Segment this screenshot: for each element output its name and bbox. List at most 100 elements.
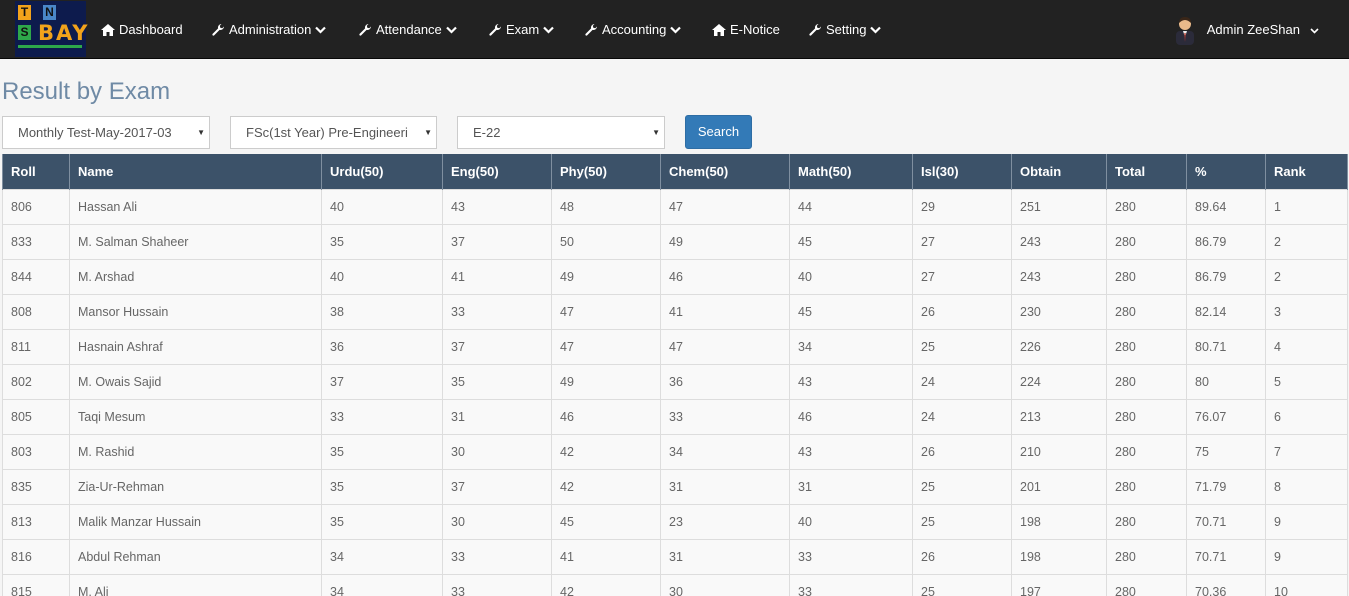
logo-letter-t: T	[18, 5, 31, 20]
cell-isl: 24	[912, 398, 1012, 435]
chevron-down-icon	[315, 26, 327, 34]
column-header-rank[interactable]: Rank	[1265, 154, 1348, 189]
logo-letter-n: N	[43, 5, 56, 20]
cell-percent: 80.71	[1186, 328, 1266, 365]
cell-total: 280	[1106, 188, 1187, 225]
cell-urdu: 35	[321, 503, 443, 540]
cell-math: 43	[789, 363, 913, 400]
cell-obtain: 201	[1011, 468, 1107, 505]
table-row: 808 Mansor Hussain 38 33 47 41 45 26 230 280 82.14…	[2, 293, 1348, 330]
cell-math: 43	[789, 433, 913, 470]
cell-obtain: 210	[1011, 433, 1107, 470]
cell-total: 280	[1106, 503, 1187, 540]
cell-chem: 49	[660, 223, 790, 260]
nav-accounting[interactable]: Accounting	[584, 0, 682, 59]
cell-rank: 5	[1265, 363, 1348, 400]
search-button[interactable]: Search	[685, 115, 752, 149]
cell-phy: 49	[551, 258, 661, 295]
column-header-phy[interactable]: Phy(50)	[551, 154, 661, 189]
cell-percent: 86.79	[1186, 223, 1266, 260]
column-header-total[interactable]: Total	[1106, 154, 1187, 189]
chevron-down-icon	[870, 26, 882, 34]
home-icon	[101, 23, 115, 36]
cell-math: 40	[789, 503, 913, 540]
user-menu[interactable]: Admin ZeeShan	[1173, 0, 1319, 59]
column-header-name[interactable]: Name	[69, 154, 322, 189]
column-header-eng[interactable]: Eng(50)	[442, 154, 552, 189]
cell-obtain: 226	[1011, 328, 1107, 365]
cell-isl: 24	[912, 363, 1012, 400]
cell-urdu: 34	[321, 573, 443, 596]
cell-urdu: 36	[321, 328, 443, 365]
nav-administration-label: Administration	[229, 22, 312, 37]
column-header-urdu[interactable]: Urdu(50)	[321, 154, 443, 189]
cell-percent: 80	[1186, 363, 1266, 400]
cell-roll: 815	[2, 573, 70, 596]
wrench-icon	[488, 23, 502, 37]
cell-phy: 48	[551, 188, 661, 225]
exam-select[interactable]: Monthly Test-May-2017-03 ▼	[2, 116, 210, 149]
table-row: 805 Taqi Mesum 33 31 46 33 46 24 213 280 76.07 6	[2, 398, 1348, 435]
cell-isl: 29	[912, 188, 1012, 225]
nav-administration[interactable]: Administration	[211, 0, 327, 59]
cell-urdu: 35	[321, 433, 443, 470]
cell-roll: 808	[2, 293, 70, 330]
cell-obtain: 198	[1011, 538, 1107, 575]
cell-isl: 25	[912, 573, 1012, 596]
page-title: Result by Exam	[2, 78, 171, 105]
column-header-roll[interactable]: Roll	[2, 154, 70, 189]
column-header-math[interactable]: Math(50)	[789, 154, 913, 189]
column-header-isl[interactable]: Isl(30)	[912, 154, 1012, 189]
home-icon	[712, 23, 726, 36]
cell-chem: 30	[660, 573, 790, 596]
cell-total: 280	[1106, 538, 1187, 575]
cell-total: 280	[1106, 363, 1187, 400]
cell-name: Taqi Mesum	[69, 398, 322, 435]
cell-roll: 844	[2, 258, 70, 295]
top-navbar: T N S BAY Dashboard Administration Atten…	[0, 0, 1349, 59]
cell-obtain: 243	[1011, 223, 1107, 260]
table-row: 813 Malik Manzar Hussain 35 30 45 23 40 25 198 28…	[2, 503, 1348, 540]
cell-total: 280	[1106, 433, 1187, 470]
cell-roll: 811	[2, 328, 70, 365]
cell-total: 280	[1106, 223, 1187, 260]
user-name: Admin ZeeShan	[1206, 22, 1300, 37]
nav-setting-label: Setting	[826, 22, 867, 37]
section-select[interactable]: E-22 ▼	[457, 116, 665, 149]
cell-percent: 76.07	[1186, 398, 1266, 435]
caret-down-icon: ▼	[422, 117, 432, 148]
class-select[interactable]: FSc(1st Year) Pre-Engineering ▼	[230, 116, 437, 149]
cell-urdu: 38	[321, 293, 443, 330]
nav-exam[interactable]: Exam	[488, 0, 555, 59]
nav-dashboard[interactable]: Dashboard	[101, 0, 183, 59]
cell-chem: 34	[660, 433, 790, 470]
logo-letter-s: S	[18, 25, 31, 40]
tnsbay-logo[interactable]: T N S BAY	[15, 1, 87, 57]
cell-eng: 35	[442, 363, 552, 400]
table-row: 806 Hassan Ali 40 43 48 47 44 29 251 280 89.64 1	[2, 188, 1348, 225]
cell-urdu: 34	[321, 538, 443, 575]
nav-attendance[interactable]: Attendance	[358, 0, 457, 59]
cell-obtain: 230	[1011, 293, 1107, 330]
column-header-obtain[interactable]: Obtain	[1011, 154, 1107, 189]
cell-name: Zia-Ur-Rehman	[69, 468, 322, 505]
nav-setting[interactable]: Setting	[808, 0, 882, 59]
cell-phy: 49	[551, 363, 661, 400]
cell-name: Malik Manzar Hussain	[69, 503, 322, 540]
logo-underline	[18, 45, 82, 48]
nav-e-notice[interactable]: E-Notice	[712, 0, 780, 59]
cell-isl: 25	[912, 503, 1012, 540]
cell-urdu: 40	[321, 258, 443, 295]
cell-math: 46	[789, 398, 913, 435]
cell-isl: 27	[912, 258, 1012, 295]
cell-eng: 37	[442, 468, 552, 505]
cell-roll: 816	[2, 538, 70, 575]
cell-phy: 42	[551, 433, 661, 470]
column-header-chem[interactable]: Chem(50)	[660, 154, 790, 189]
cell-chem: 23	[660, 503, 790, 540]
cell-obtain: 243	[1011, 258, 1107, 295]
cell-math: 45	[789, 223, 913, 260]
chevron-down-icon	[1310, 22, 1319, 37]
cell-rank: 3	[1265, 293, 1348, 330]
column-header-percent[interactable]: %	[1186, 154, 1266, 189]
